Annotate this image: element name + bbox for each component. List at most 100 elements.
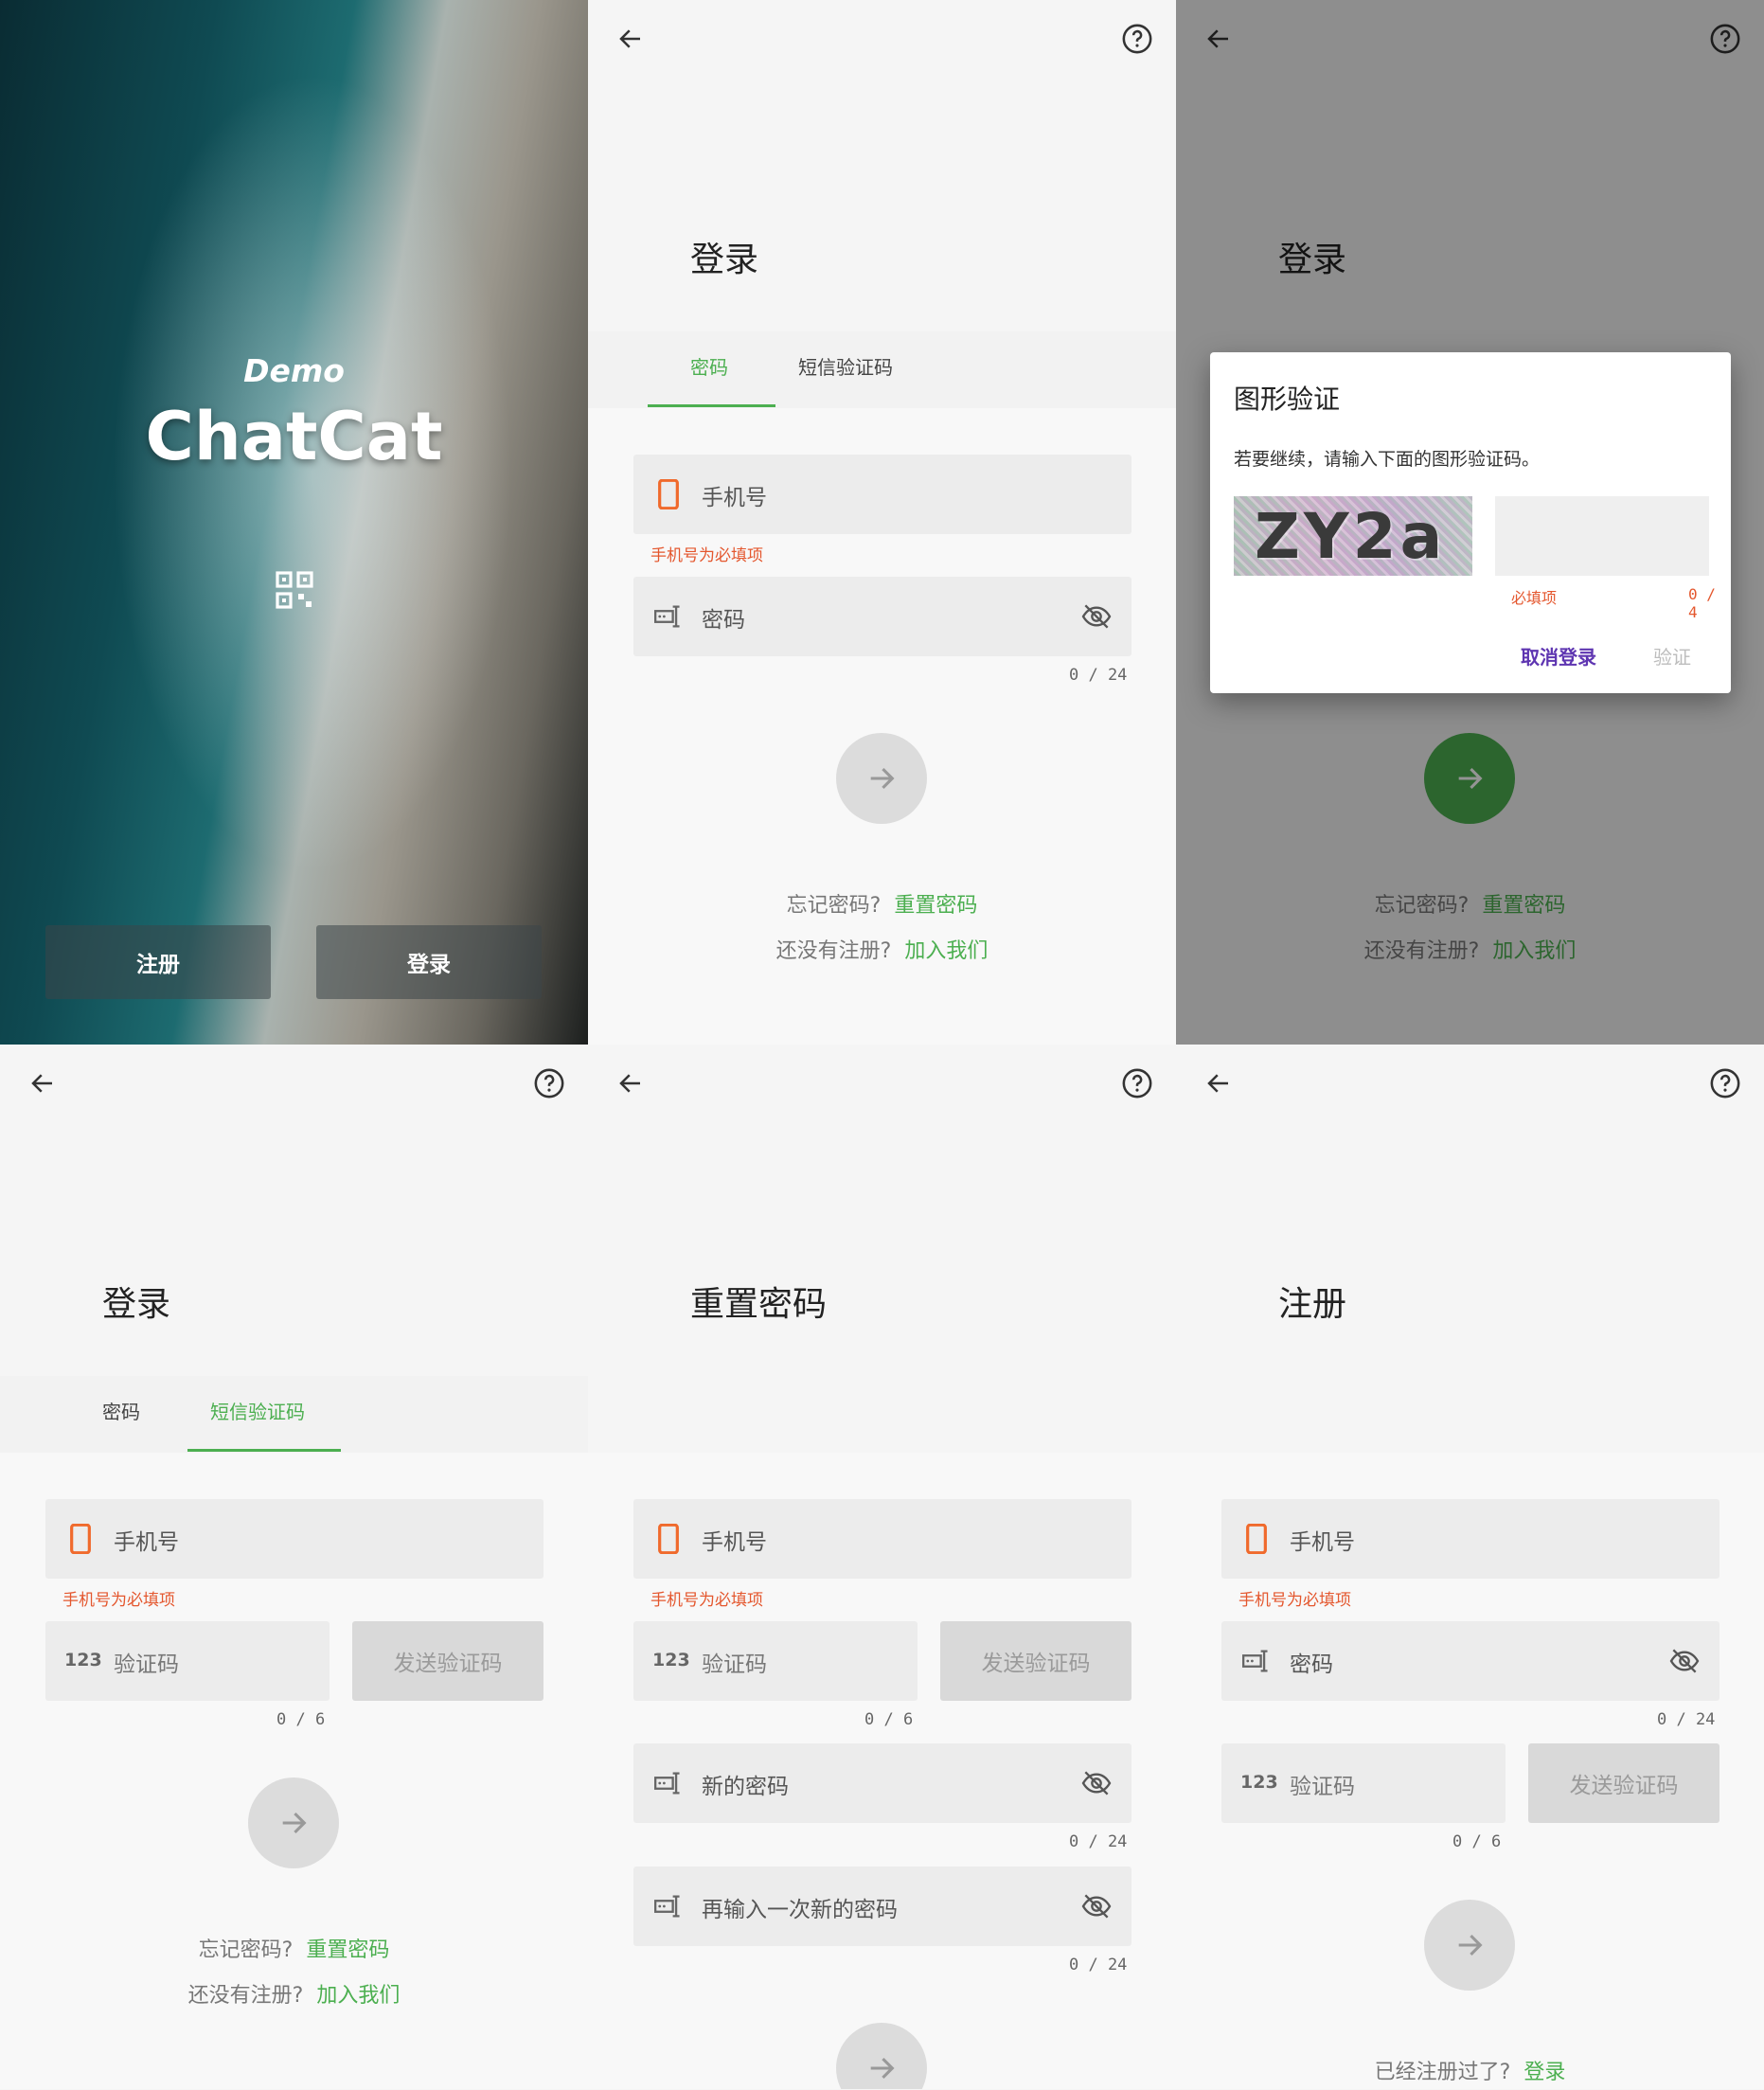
new-password-counter: 0 / 24: [1069, 1832, 1128, 1851]
tab-password[interactable]: 密码: [690, 352, 728, 380]
next-button[interactable]: [1424, 733, 1515, 824]
arrow-right-icon: [870, 767, 895, 790]
phone-icon: [1246, 1524, 1267, 1554]
dialog-message: 若要继续，请输入下面的图形验证码。: [1234, 449, 1541, 470]
verification-code-field[interactable]: 123 验证码: [1221, 1743, 1506, 1823]
verify-button[interactable]: 验证: [1653, 642, 1691, 670]
top-bar: [1176, 1045, 1764, 1122]
join-us-link[interactable]: 加入我们: [904, 939, 988, 963]
eye-off-icon[interactable]: [1080, 1770, 1113, 1796]
back-arrow-icon[interactable]: [1204, 25, 1233, 53]
password-field-icon: [1242, 1650, 1268, 1672]
captcha-text: ZY2a: [1255, 500, 1447, 573]
help-icon[interactable]: [1121, 23, 1153, 55]
login-sms-screen: 登录 密码 短信验证码 手机号 手机号为必填项 123 验证码 发送验证码 0 …: [0, 1045, 588, 2089]
send-code-button[interactable]: 发送验证码: [352, 1621, 543, 1701]
already-registered-line: 已经注册过了? 登录: [1176, 2055, 1764, 2085]
back-arrow-icon[interactable]: [616, 1069, 645, 1098]
verification-code-label: 验证码: [114, 1652, 179, 1677]
login-link[interactable]: 登录: [1523, 2061, 1565, 2084]
arrow-right-icon: [870, 2057, 895, 2080]
phone-field[interactable]: 手机号: [1221, 1499, 1719, 1579]
eye-off-icon[interactable]: [1668, 1648, 1701, 1674]
phone-field-label: 手机号: [702, 486, 767, 510]
captcha-input[interactable]: [1495, 496, 1709, 576]
numeric-icon: 123: [1240, 1772, 1278, 1793]
numeric-icon: 123: [652, 1650, 690, 1670]
back-arrow-icon[interactable]: [616, 25, 645, 53]
phone-field[interactable]: 手机号: [633, 455, 1131, 534]
repeat-password-label: 再输入一次新的密码: [702, 1898, 898, 1922]
verification-code-field[interactable]: 123 验证码: [633, 1621, 918, 1701]
eye-off-icon[interactable]: [1080, 1893, 1113, 1920]
repeat-password-field[interactable]: 再输入一次新的密码: [633, 1867, 1131, 1946]
help-icon[interactable]: [1121, 1067, 1153, 1099]
back-arrow-icon[interactable]: [1204, 1069, 1233, 1098]
back-arrow-icon[interactable]: [28, 1069, 57, 1098]
phone-field-label: 手机号: [1290, 1530, 1355, 1555]
register-line: 还没有注册? 加入我们: [0, 1978, 588, 2009]
phone-field-label: 手机号: [114, 1530, 179, 1555]
repeat-password-counter: 0 / 24: [1069, 1956, 1128, 1974]
phone-error: 手机号为必填项: [650, 1591, 763, 1610]
send-code-button[interactable]: 发送验证码: [1528, 1743, 1719, 1823]
page-title: 登录: [690, 241, 759, 279]
reset-password-link[interactable]: 重置密码: [1482, 894, 1565, 918]
tab-sms-code[interactable]: 短信验证码: [210, 1397, 305, 1424]
login-button[interactable]: 登录: [316, 925, 542, 999]
phone-field[interactable]: 手机号: [633, 1499, 1131, 1579]
brand-name: ChatCat: [145, 398, 443, 475]
top-bar: [588, 1045, 1176, 1122]
reset-password-link[interactable]: 重置密码: [306, 1938, 389, 1962]
top-bar: [588, 0, 1176, 78]
forgot-password-line: 忘记密码? 重置密码: [588, 888, 1176, 919]
code-counter: 0 / 6: [276, 1710, 326, 1729]
forgot-question: 忘记密码?: [198, 1938, 294, 1962]
help-icon[interactable]: [1709, 23, 1741, 55]
code-counter: 0 / 6: [864, 1710, 914, 1729]
register-button[interactable]: 注册: [45, 925, 271, 999]
password-field[interactable]: 密码: [1221, 1621, 1719, 1701]
verification-code-field[interactable]: 123 验证码: [45, 1621, 330, 1701]
tab-sms-code[interactable]: 短信验证码: [798, 352, 893, 380]
register-line: 还没有注册? 加入我们: [1176, 934, 1764, 964]
qr-code-icon[interactable]: [276, 571, 313, 609]
reset-password-link[interactable]: 重置密码: [894, 894, 977, 918]
phone-icon: [70, 1524, 91, 1554]
captcha-image[interactable]: ZY2a: [1234, 496, 1472, 576]
phone-field[interactable]: 手机号: [45, 1499, 543, 1579]
next-button[interactable]: [248, 1777, 339, 1868]
password-field-icon: [654, 1772, 680, 1795]
captcha-dialog-screen: 登录 忘记密码? 重置密码 还没有注册? 加入我们 图形验证 若要继续，请输入下面的…: [1176, 0, 1764, 1045]
join-us-link[interactable]: 加入我们: [1492, 939, 1576, 963]
numeric-icon: 123: [64, 1650, 102, 1670]
reset-password-screen: 重置密码 手机号 手机号为必填项 123 验证码 发送验证码 0 / 6 新的密…: [588, 1045, 1176, 2089]
tab-password[interactable]: 密码: [102, 1397, 140, 1424]
phone-error: 手机号为必填项: [650, 546, 763, 565]
page-title: 重置密码: [690, 1285, 828, 1324]
phone-icon: [658, 479, 679, 509]
new-password-field[interactable]: 新的密码: [633, 1743, 1131, 1823]
join-us-link[interactable]: 加入我们: [316, 1984, 400, 2008]
phone-icon: [658, 1524, 679, 1554]
send-code-button[interactable]: 发送验证码: [940, 1621, 1131, 1701]
not-registered-question: 还没有注册?: [1363, 939, 1480, 963]
next-button[interactable]: [836, 733, 927, 824]
next-button[interactable]: [1424, 1900, 1515, 1991]
eye-off-icon[interactable]: [1080, 603, 1113, 630]
arrow-right-icon: [1458, 1934, 1483, 1956]
forgot-password-line: 忘记密码? 重置密码: [1176, 888, 1764, 919]
code-counter: 0 / 6: [1452, 1832, 1502, 1851]
arrow-right-icon: [282, 1812, 307, 1834]
arrow-right-icon: [1458, 767, 1483, 790]
new-password-label: 新的密码: [702, 1775, 789, 1799]
register-line: 还没有注册? 加入我们: [588, 934, 1176, 964]
password-field[interactable]: 密码: [633, 577, 1131, 656]
cancel-login-button[interactable]: 取消登录: [1521, 642, 1596, 670]
help-icon[interactable]: [1709, 1067, 1741, 1099]
help-icon[interactable]: [533, 1067, 565, 1099]
forgot-question: 忘记密码?: [786, 894, 882, 918]
forgot-password-line: 忘记密码? 重置密码: [0, 1933, 588, 1963]
captcha-counter: 0 / 4: [1688, 585, 1716, 621]
top-bar: [0, 1045, 588, 1122]
